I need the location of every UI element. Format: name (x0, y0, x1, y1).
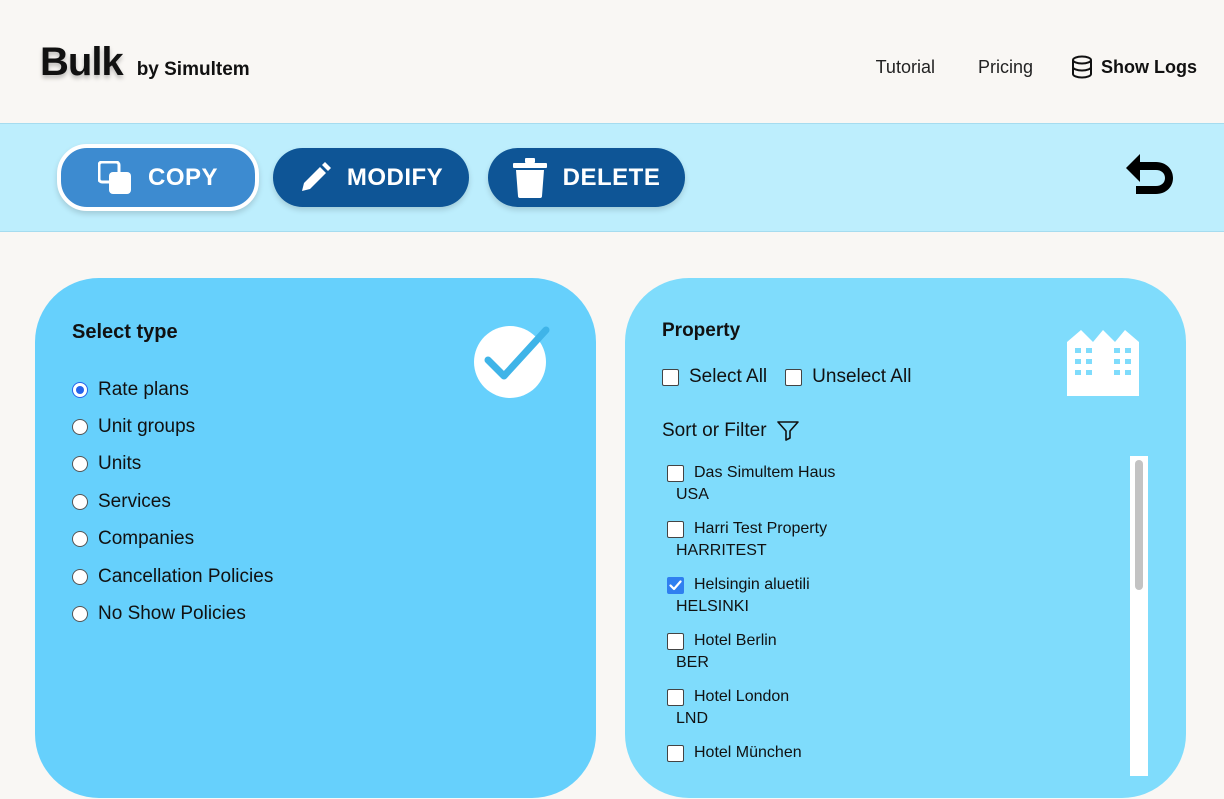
scrollbar-thumb[interactable] (1135, 460, 1143, 590)
radio-option-units[interactable]: Units (72, 446, 273, 483)
radio-label: Rate plans (98, 378, 189, 400)
bulk-select-row: Select All Unselect All (662, 366, 929, 388)
pencil-icon (299, 161, 331, 194)
property-name[interactable]: Hotel London (694, 688, 789, 706)
property-name[interactable]: Helsingin aluetili (694, 576, 810, 594)
select-all-checkbox[interactable] (662, 368, 679, 386)
property-checkbox[interactable] (667, 576, 684, 594)
select-all-label[interactable]: Select All (689, 366, 767, 388)
radio-label: Cancellation Policies (98, 565, 274, 587)
property-code: HARRITEST (676, 542, 767, 559)
property-checkbox[interactable] (667, 632, 684, 650)
modify-label: MODIFY (346, 163, 444, 191)
list-item: Hotel London LND (667, 687, 1127, 743)
sort-filter-label: Sort or Filter (662, 420, 767, 441)
sort-filter-toggle[interactable]: Sort or Filter (662, 420, 799, 442)
radio-button[interactable] (72, 493, 88, 510)
list-item: Helsingin aluetili HELSINKI (667, 575, 1127, 631)
brand-name: Bulk (40, 40, 124, 84)
undo-button[interactable] (1122, 152, 1176, 207)
property-name[interactable]: Hotel Berlin (694, 632, 777, 650)
property-name[interactable]: Hotel München (694, 744, 802, 762)
property-code: BER (676, 654, 709, 671)
action-toolbar: COPY MODIFY DELETE (0, 123, 1224, 232)
brand-subtitle: by Simultem (136, 59, 250, 80)
radio-button[interactable] (72, 456, 88, 473)
radio-option-cancellation-policies[interactable]: Cancellation Policies (72, 558, 273, 595)
radio-button[interactable] (72, 419, 88, 436)
type-radio-group: Rate plans Unit groups Units Services Co… (72, 371, 273, 633)
property-checkbox[interactable] (667, 520, 684, 538)
radio-button[interactable] (72, 381, 88, 398)
radio-option-unit-groups[interactable]: Unit groups (72, 408, 273, 445)
copy-icon (97, 160, 132, 195)
checkmark-circle-icon (474, 324, 552, 405)
select-type-title: Select type (72, 321, 178, 343)
radio-option-services[interactable]: Services (72, 483, 273, 520)
unselect-all-checkbox[interactable] (785, 368, 803, 386)
nav-tutorial-link[interactable]: Tutorial (876, 57, 935, 78)
list-item: Hotel München (667, 743, 1127, 799)
radio-label: Services (98, 490, 171, 512)
property-code (676, 763, 1127, 787)
unselect-all-label[interactable]: Unselect All (812, 366, 911, 388)
property-checkbox[interactable] (667, 688, 684, 706)
modify-button[interactable]: MODIFY (273, 148, 469, 207)
check-icon (669, 579, 682, 590)
app-header: Bulk by Simultem Tutorial Pricing Show L… (0, 0, 1224, 123)
property-code: HELSINKI (676, 598, 749, 615)
property-list: Das Simultem Haus USA Harri Test Propert… (667, 463, 1127, 799)
radio-label: Companies (98, 528, 195, 550)
radio-option-no-show-policies[interactable]: No Show Policies (72, 595, 273, 632)
nav-pricing-link[interactable]: Pricing (978, 57, 1033, 78)
delete-label: DELETE (562, 163, 661, 191)
delete-button[interactable]: DELETE (488, 148, 685, 207)
list-item: Harri Test Property HARRITEST (667, 519, 1127, 575)
trash-icon (512, 157, 547, 198)
show-logs-label: Show Logs (1101, 56, 1197, 77)
top-nav: Tutorial Pricing Show Logs (833, 55, 1197, 79)
property-checkbox[interactable] (667, 744, 684, 762)
property-code: LND (676, 710, 709, 727)
property-checkbox[interactable] (667, 464, 684, 482)
property-name[interactable]: Harri Test Property (694, 520, 827, 538)
property-code: USA (676, 486, 709, 503)
building-icon (1065, 328, 1141, 403)
radio-label: Units (98, 453, 142, 475)
list-item: Hotel Berlin BER (667, 631, 1127, 687)
property-name[interactable]: Das Simultem Haus (694, 464, 835, 482)
select-type-panel: Select type Rate plans Unit groups Units… (35, 278, 596, 798)
property-panel: Property Select All Unselect All Sort or… (625, 278, 1186, 798)
radio-option-rate-plans[interactable]: Rate plans (72, 371, 273, 408)
database-icon (1072, 55, 1092, 79)
copy-button[interactable]: COPY (57, 144, 259, 211)
radio-button[interactable] (72, 606, 88, 623)
radio-label: Unit groups (98, 416, 196, 438)
copy-label: COPY (147, 163, 218, 191)
list-item: Das Simultem Haus USA (667, 463, 1127, 519)
undo-icon (1126, 154, 1173, 194)
show-logs-button[interactable]: Show Logs (1071, 55, 1197, 79)
property-list-scrollbar[interactable] (1130, 456, 1148, 776)
radio-option-companies[interactable]: Companies (72, 521, 273, 558)
filter-icon (776, 421, 799, 441)
radio-button[interactable] (72, 531, 88, 548)
radio-label: No Show Policies (98, 603, 246, 625)
property-title: Property (662, 320, 741, 341)
brand-logo: Bulk by Simultem (40, 40, 250, 85)
radio-button[interactable] (72, 568, 88, 585)
